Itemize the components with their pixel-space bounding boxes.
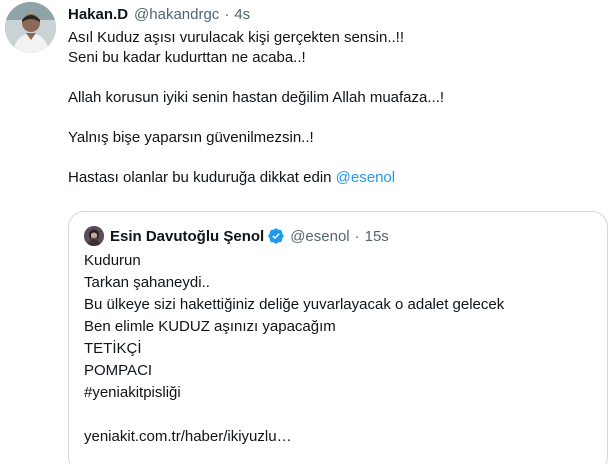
tweet-blank-line — [68, 68, 598, 88]
quoted-link[interactable]: yeniakit.com.tr/haber/ikiyuzlu… — [84, 426, 594, 448]
tweet-last-line-text: Hastası olanlar bu kuduruğa dikkat edin — [68, 169, 336, 186]
tweet-line: Allah korusun iyiki senin hastan değilim… — [68, 89, 445, 106]
quoted-tweet-timestamp[interactable]: 15s — [365, 228, 389, 245]
tweet-text: Asıl Kuduz aşısı vurulacak kişi gerçekte… — [68, 28, 598, 188]
quoted-author-handle[interactable]: @esenol — [290, 228, 349, 245]
quoted-line: Bu ülkeye sizi hakettiğiniz deliğe yuvar… — [84, 296, 505, 313]
author-name[interactable]: Hakan.D — [68, 6, 128, 23]
quoted-tweet-card[interactable]: Esin Davutoğlu Şenol @esenol · 15s Kudur… — [68, 211, 608, 464]
quoted-hashtag[interactable]: #yeniakitpisliği — [84, 382, 594, 404]
tweet-header: Hakan.D @hakandrgc · 4s — [68, 4, 250, 24]
quoted-line: POMPACI — [84, 362, 153, 379]
author-avatar[interactable] — [5, 2, 56, 53]
quoted-header-separator: · — [354, 227, 360, 245]
author-avatar-image — [5, 2, 56, 53]
tweet-line: Seni bu kadar kudurttan ne acaba..! — [68, 49, 306, 66]
author-handle[interactable]: @hakandrgc — [134, 6, 219, 23]
quoted-blank-line — [84, 404, 594, 426]
quoted-author-avatar-image — [84, 226, 104, 246]
quoted-line: TETİKÇİ — [84, 340, 142, 357]
quoted-line: Ben elimle KUDUZ aşınızı yapacağım — [84, 318, 336, 335]
quoted-line: Kudurun — [84, 252, 141, 269]
quoted-tweet-header: Esin Davutoğlu Şenol @esenol · 15s — [84, 224, 389, 248]
quoted-author-avatar[interactable] — [84, 226, 104, 246]
header-separator: · — [224, 5, 230, 23]
tweet-line: Yalnış bişe yaparsın güvenilmezsin..! — [68, 129, 314, 146]
tweet-blank-line — [68, 108, 598, 128]
tweet-line: Hastası olanlar bu kuduruğa dikkat edin … — [68, 168, 598, 188]
tweet-blank-line — [68, 148, 598, 168]
mention-link[interactable]: @esenol — [336, 169, 395, 186]
tweet-line: Asıl Kuduz aşısı vurulacak kişi gerçekte… — [68, 29, 404, 46]
quoted-tweet-text: Kudurun Tarkan şahaneydi.. Bu ülkeye siz… — [84, 250, 594, 448]
quoted-author-name[interactable]: Esin Davutoğlu Şenol — [110, 228, 264, 245]
verified-badge-icon — [267, 227, 285, 245]
quoted-line: Tarkan şahaneydi.. — [84, 274, 210, 291]
tweet-timestamp[interactable]: 4s — [234, 6, 250, 23]
